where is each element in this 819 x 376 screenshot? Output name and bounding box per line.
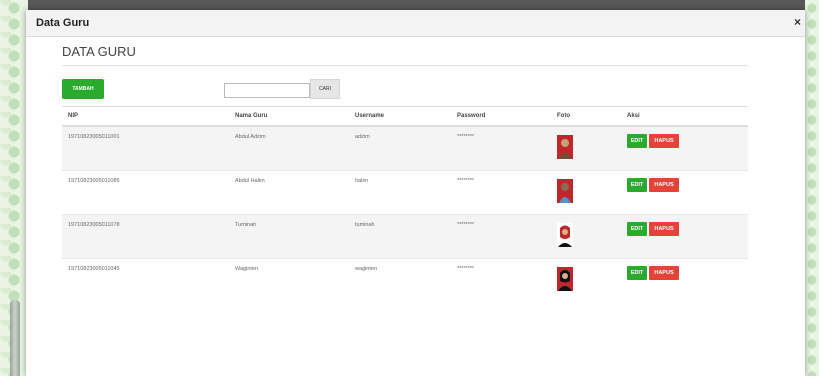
edit-button[interactable]: EDIT: [627, 266, 647, 280]
column-header-nip[interactable]: NIP: [62, 106, 229, 127]
table-row: 19710823005011085 Abdul Halim halim ****…: [62, 170, 748, 215]
teacher-table: NIP Nama Guru Username Password Foto Aks…: [62, 106, 748, 302]
delete-button[interactable]: HAPUS: [649, 266, 679, 280]
teacher-photo: [557, 135, 573, 159]
cell-password: ********: [451, 258, 551, 302]
cell-foto: [551, 125, 621, 171]
table-row: 19710823005011001 Abdul Adzim adzim ****…: [62, 125, 748, 171]
background-pattern-right: [805, 0, 819, 376]
edit-button[interactable]: EDIT: [627, 222, 647, 236]
cell-foto: [551, 258, 621, 302]
delete-button[interactable]: HAPUS: [649, 178, 679, 192]
cell-username: adzim: [349, 125, 451, 171]
delete-button[interactable]: HAPUS: [649, 134, 679, 148]
search-button[interactable]: CARI: [310, 79, 340, 99]
cell-aksi: EDIT HAPUS: [621, 214, 748, 259]
table-row: 19710823005011078 Tuminah tuminah ******…: [62, 214, 748, 259]
cell-aksi: EDIT HAPUS: [621, 125, 748, 171]
teacher-photo: [557, 267, 573, 291]
toolbar: TAMBAH CARI: [62, 79, 748, 101]
table-header-row: NIP Nama Guru Username Password Foto Aks…: [62, 106, 748, 127]
column-header-aksi: Aksi: [621, 106, 748, 127]
table-row: 19710823005011045 Waginten waginten ****…: [62, 258, 748, 302]
cell-nip: 19710823005011078: [62, 214, 229, 259]
add-button[interactable]: TAMBAH: [62, 79, 104, 99]
cell-nip: 19710823005011001: [62, 125, 229, 171]
cell-password: ********: [451, 170, 551, 215]
cell-password: ********: [451, 214, 551, 259]
cell-nip: 19710823005011045: [62, 258, 229, 302]
column-header-password[interactable]: Password: [451, 106, 551, 127]
column-header-username[interactable]: Username: [349, 106, 451, 127]
page-title: DATA GURU: [62, 44, 748, 66]
cell-password: ********: [451, 125, 551, 171]
cell-nama: Waginten: [229, 258, 349, 302]
data-guru-dialog: Data Guru × DATA GURU TAMBAH CARI NIP Na…: [26, 10, 805, 376]
column-header-foto: Foto: [551, 106, 621, 127]
teacher-photo: [557, 179, 573, 203]
top-bar: [0, 0, 819, 10]
cell-username: halim: [349, 170, 451, 215]
dialog-title: Data Guru: [36, 17, 90, 29]
search-input[interactable]: [224, 83, 310, 98]
cell-username: tuminah: [349, 214, 451, 259]
cell-aksi: EDIT HAPUS: [621, 170, 748, 215]
dialog-header: Data Guru ×: [26, 10, 805, 37]
teacher-photo: [557, 223, 573, 247]
cell-username: waginten: [349, 258, 451, 302]
cell-nama: Abdul Halim: [229, 170, 349, 215]
tower-illustration: [10, 300, 20, 376]
cell-nama: Abdul Adzim: [229, 125, 349, 171]
delete-button[interactable]: HAPUS: [649, 222, 679, 236]
close-icon[interactable]: ×: [794, 15, 801, 29]
cell-nama: Tuminah: [229, 214, 349, 259]
cell-nip: 19710823005011085: [62, 170, 229, 215]
cell-foto: [551, 170, 621, 215]
dialog-content: DATA GURU TAMBAH CARI NIP Nama Guru User…: [62, 44, 748, 302]
edit-button[interactable]: EDIT: [627, 178, 647, 192]
cell-aksi: EDIT HAPUS: [621, 258, 748, 302]
cell-foto: [551, 214, 621, 259]
column-header-nama-guru[interactable]: Nama Guru: [229, 106, 349, 127]
edit-button[interactable]: EDIT: [627, 134, 647, 148]
